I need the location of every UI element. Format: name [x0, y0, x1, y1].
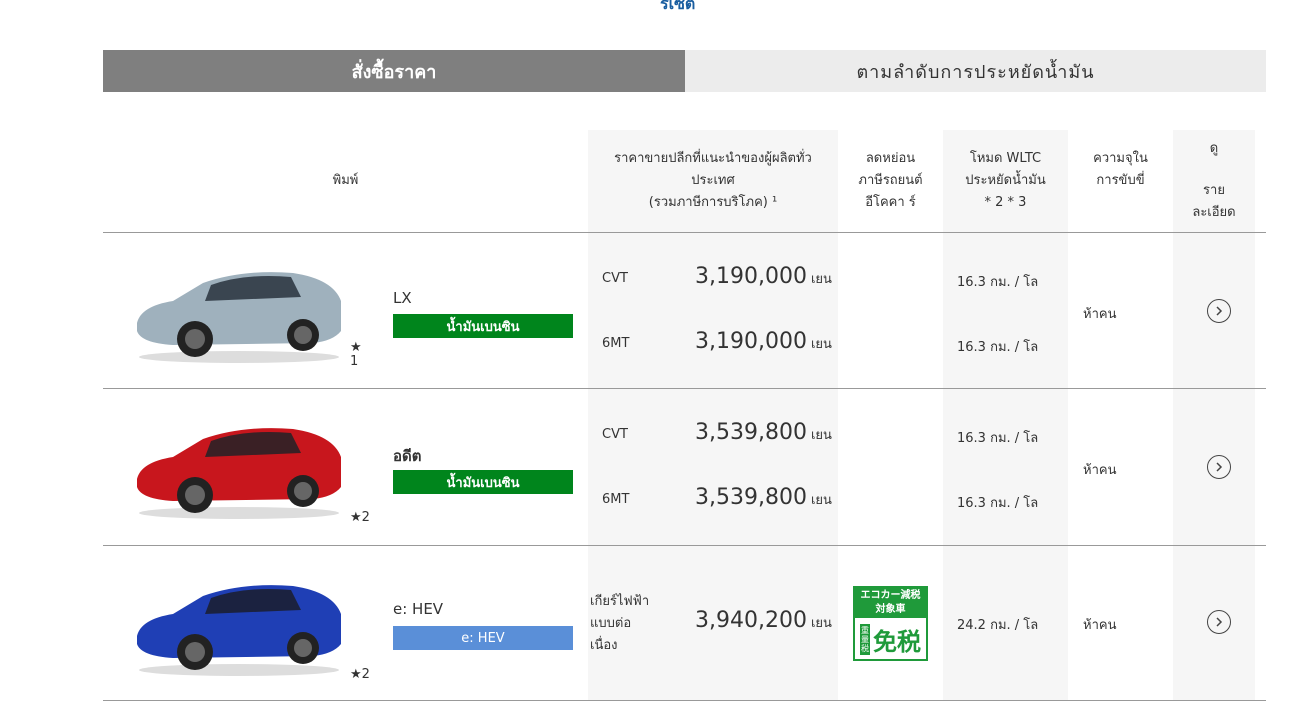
car-image [137, 428, 341, 519]
fuel-economy: 16.3 กม. / โล [957, 275, 1039, 290]
footnote-star: ★ 1 [350, 340, 362, 369]
table-row: ★ 1 LX น้ำมันเบนซิน CVT 3,190,000 เยน 16.3… [103, 233, 1266, 389]
transmission: 6MT [602, 336, 630, 351]
price: 3,539,800 เยน [695, 420, 832, 445]
detail-button[interactable] [1207, 610, 1231, 634]
header-type: พิมพ์ [332, 173, 359, 188]
transmission: CVT [602, 271, 628, 286]
seating-capacity: ห้าคน [1083, 618, 1117, 633]
chevron-right-icon [1216, 617, 1223, 627]
detail-button[interactable] [1207, 299, 1231, 323]
header-wltc: โหมด WLTC ประหยัดน้ำมัน * 2 * 3 [965, 151, 1046, 210]
transmission: CVT [602, 427, 628, 442]
price: 3,940,200 เยน [695, 608, 832, 633]
detail-button[interactable] [1207, 455, 1231, 479]
footnote-star: ★2 [350, 510, 370, 525]
car-image [137, 272, 341, 363]
tab-price-order[interactable]: สั่งซื้อราคา [103, 50, 685, 92]
fuel-economy: 24.2 กม. / โล [957, 618, 1039, 633]
fuel-type-badge: e: HEV [393, 626, 573, 650]
seating-capacity: ห้าคน [1083, 463, 1117, 478]
table-row: ★2 อดีต น้ำมันเบนซิน CVT 3,539,800 เยน 16… [103, 389, 1266, 546]
footnote-star: ★2 [350, 667, 370, 682]
model-name: e: HEV [393, 600, 444, 618]
table-header: พิมพ์ ราคาขายปลีกที่แนะนำของผู้ผลิตทั่วป… [103, 130, 1266, 233]
reset-link[interactable]: รีเซ็ต [660, 0, 695, 17]
price: 3,190,000 เยน [695, 329, 832, 354]
seating-capacity: ห้าคน [1083, 307, 1117, 322]
transmission: เกียร์ไฟฟ้า แบบต่อ เนื่อง [590, 594, 650, 653]
price: 3,539,800 เยน [695, 485, 832, 510]
price: 3,190,000 เยน [695, 264, 832, 289]
header-capacity: ความจุใน การขับขี่ [1093, 151, 1148, 188]
model-table: พิมพ์ ราคาขายปลีกที่แนะนำของผู้ผลิตทั่วป… [103, 130, 1266, 701]
fuel-economy: 16.3 กม. / โล [957, 496, 1039, 511]
model-name: LX [393, 289, 412, 307]
header-eco-tax: ลดหย่อน ภาษีรถยนต์ อีโคคา ร์ [858, 151, 923, 210]
tab-fuel-economy-order[interactable]: ตามลำดับการประหยัดน้ำมัน [685, 50, 1266, 92]
model-name: อดีต [393, 447, 422, 465]
fuel-type-badge: น้ำมันเบนซิน [393, 314, 573, 338]
chevron-right-icon [1216, 306, 1223, 316]
sort-tabs: สั่งซื้อราคา ตามลำดับการประหยัดน้ำมัน [103, 50, 1266, 92]
fuel-economy: 16.3 กม. / โล [957, 340, 1039, 355]
transmission: 6MT [602, 492, 630, 507]
header-detail: ดู ราย ละเอียด [1192, 141, 1236, 220]
table-row: ★2 e: HEV e: HEV เกียร์ไฟฟ้า แบบต่อ เนื่อง… [103, 546, 1266, 701]
chevron-right-icon [1216, 462, 1223, 472]
fuel-economy: 16.3 กม. / โล [957, 431, 1039, 446]
fuel-type-badge: น้ำมันเบนซิน [393, 470, 573, 494]
car-image [137, 585, 341, 676]
header-price: ราคาขายปลีกที่แนะนำของผู้ผลิตทั่ว ประเทศ(… [614, 151, 812, 210]
eco-car-tax-label: エコカー減税 対象車 重量税 免税 [853, 586, 928, 661]
